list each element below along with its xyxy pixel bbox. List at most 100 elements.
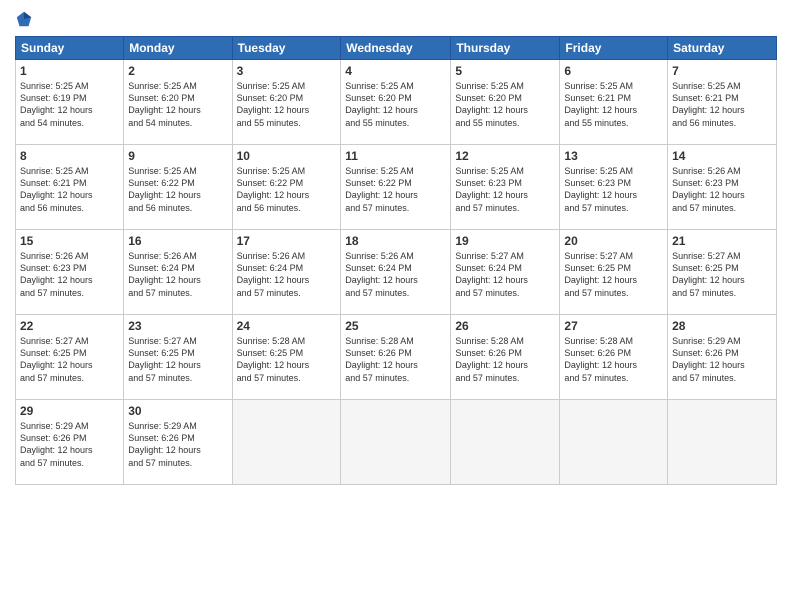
day-info: Sunrise: 5:27 AM Sunset: 6:25 PM Dayligh… — [20, 335, 119, 384]
day-number: 20 — [564, 233, 663, 249]
day-info: Sunrise: 5:28 AM Sunset: 6:26 PM Dayligh… — [345, 335, 446, 384]
day-info: Sunrise: 5:25 AM Sunset: 6:22 PM Dayligh… — [237, 165, 337, 214]
day-number: 21 — [672, 233, 772, 249]
day-info: Sunrise: 5:27 AM Sunset: 6:24 PM Dayligh… — [455, 250, 555, 299]
calendar-cell: 2Sunrise: 5:25 AM Sunset: 6:20 PM Daylig… — [124, 60, 232, 145]
calendar-cell: 30Sunrise: 5:29 AM Sunset: 6:26 PM Dayli… — [124, 400, 232, 485]
calendar-cell: 19Sunrise: 5:27 AM Sunset: 6:24 PM Dayli… — [451, 230, 560, 315]
calendar-cell: 10Sunrise: 5:25 AM Sunset: 6:22 PM Dayli… — [232, 145, 341, 230]
day-number: 25 — [345, 318, 446, 334]
day-number: 30 — [128, 403, 227, 419]
day-number: 15 — [20, 233, 119, 249]
day-number: 16 — [128, 233, 227, 249]
logo — [15, 10, 37, 28]
day-info: Sunrise: 5:25 AM Sunset: 6:21 PM Dayligh… — [20, 165, 119, 214]
calendar-cell: 27Sunrise: 5:28 AM Sunset: 6:26 PM Dayli… — [560, 315, 668, 400]
day-info: Sunrise: 5:25 AM Sunset: 6:19 PM Dayligh… — [20, 80, 119, 129]
calendar-cell: 26Sunrise: 5:28 AM Sunset: 6:26 PM Dayli… — [451, 315, 560, 400]
day-number: 19 — [455, 233, 555, 249]
day-number: 17 — [237, 233, 337, 249]
day-number: 3 — [237, 63, 337, 79]
day-info: Sunrise: 5:29 AM Sunset: 6:26 PM Dayligh… — [672, 335, 772, 384]
day-info: Sunrise: 5:29 AM Sunset: 6:26 PM Dayligh… — [20, 420, 119, 469]
calendar-cell: 17Sunrise: 5:26 AM Sunset: 6:24 PM Dayli… — [232, 230, 341, 315]
calendar-cell: 6Sunrise: 5:25 AM Sunset: 6:21 PM Daylig… — [560, 60, 668, 145]
day-info: Sunrise: 5:26 AM Sunset: 6:24 PM Dayligh… — [237, 250, 337, 299]
calendar-cell: 4Sunrise: 5:25 AM Sunset: 6:20 PM Daylig… — [341, 60, 451, 145]
day-info: Sunrise: 5:26 AM Sunset: 6:23 PM Dayligh… — [672, 165, 772, 214]
calendar-cell — [451, 400, 560, 485]
day-number: 8 — [20, 148, 119, 164]
calendar-week-row: 15Sunrise: 5:26 AM Sunset: 6:23 PM Dayli… — [16, 230, 777, 315]
day-number: 28 — [672, 318, 772, 334]
day-number: 23 — [128, 318, 227, 334]
calendar-cell: 23Sunrise: 5:27 AM Sunset: 6:25 PM Dayli… — [124, 315, 232, 400]
day-info: Sunrise: 5:25 AM Sunset: 6:20 PM Dayligh… — [345, 80, 446, 129]
calendar-cell: 25Sunrise: 5:28 AM Sunset: 6:26 PM Dayli… — [341, 315, 451, 400]
calendar-cell — [668, 400, 777, 485]
calendar-cell: 15Sunrise: 5:26 AM Sunset: 6:23 PM Dayli… — [16, 230, 124, 315]
day-number: 1 — [20, 63, 119, 79]
day-number: 2 — [128, 63, 227, 79]
day-number: 7 — [672, 63, 772, 79]
calendar-cell: 5Sunrise: 5:25 AM Sunset: 6:20 PM Daylig… — [451, 60, 560, 145]
calendar-cell: 7Sunrise: 5:25 AM Sunset: 6:21 PM Daylig… — [668, 60, 777, 145]
calendar-header-thursday: Thursday — [451, 37, 560, 60]
day-info: Sunrise: 5:25 AM Sunset: 6:20 PM Dayligh… — [237, 80, 337, 129]
day-number: 22 — [20, 318, 119, 334]
day-number: 11 — [345, 148, 446, 164]
day-number: 9 — [128, 148, 227, 164]
calendar-cell: 22Sunrise: 5:27 AM Sunset: 6:25 PM Dayli… — [16, 315, 124, 400]
day-info: Sunrise: 5:27 AM Sunset: 6:25 PM Dayligh… — [564, 250, 663, 299]
day-info: Sunrise: 5:25 AM Sunset: 6:21 PM Dayligh… — [672, 80, 772, 129]
day-number: 29 — [20, 403, 119, 419]
day-number: 4 — [345, 63, 446, 79]
calendar-cell: 21Sunrise: 5:27 AM Sunset: 6:25 PM Dayli… — [668, 230, 777, 315]
calendar-cell — [560, 400, 668, 485]
calendar-week-row: 1Sunrise: 5:25 AM Sunset: 6:19 PM Daylig… — [16, 60, 777, 145]
calendar-cell: 13Sunrise: 5:25 AM Sunset: 6:23 PM Dayli… — [560, 145, 668, 230]
calendar-cell: 1Sunrise: 5:25 AM Sunset: 6:19 PM Daylig… — [16, 60, 124, 145]
calendar-header-wednesday: Wednesday — [341, 37, 451, 60]
calendar-cell — [341, 400, 451, 485]
calendar-header-row: SundayMondayTuesdayWednesdayThursdayFrid… — [16, 37, 777, 60]
calendar-cell: 16Sunrise: 5:26 AM Sunset: 6:24 PM Dayli… — [124, 230, 232, 315]
calendar-cell: 8Sunrise: 5:25 AM Sunset: 6:21 PM Daylig… — [16, 145, 124, 230]
day-number: 5 — [455, 63, 555, 79]
day-info: Sunrise: 5:29 AM Sunset: 6:26 PM Dayligh… — [128, 420, 227, 469]
day-info: Sunrise: 5:25 AM Sunset: 6:22 PM Dayligh… — [345, 165, 446, 214]
calendar-cell: 9Sunrise: 5:25 AM Sunset: 6:22 PM Daylig… — [124, 145, 232, 230]
calendar-cell: 11Sunrise: 5:25 AM Sunset: 6:22 PM Dayli… — [341, 145, 451, 230]
calendar-header-saturday: Saturday — [668, 37, 777, 60]
calendar: SundayMondayTuesdayWednesdayThursdayFrid… — [15, 36, 777, 485]
calendar-header-sunday: Sunday — [16, 37, 124, 60]
logo-icon — [15, 10, 33, 28]
calendar-week-row: 29Sunrise: 5:29 AM Sunset: 6:26 PM Dayli… — [16, 400, 777, 485]
page: SundayMondayTuesdayWednesdayThursdayFrid… — [0, 0, 792, 612]
day-number: 26 — [455, 318, 555, 334]
day-info: Sunrise: 5:28 AM Sunset: 6:26 PM Dayligh… — [564, 335, 663, 384]
day-number: 27 — [564, 318, 663, 334]
header — [15, 10, 777, 28]
calendar-cell: 18Sunrise: 5:26 AM Sunset: 6:24 PM Dayli… — [341, 230, 451, 315]
calendar-cell: 28Sunrise: 5:29 AM Sunset: 6:26 PM Dayli… — [668, 315, 777, 400]
day-info: Sunrise: 5:26 AM Sunset: 6:24 PM Dayligh… — [128, 250, 227, 299]
day-info: Sunrise: 5:26 AM Sunset: 6:24 PM Dayligh… — [345, 250, 446, 299]
day-info: Sunrise: 5:28 AM Sunset: 6:26 PM Dayligh… — [455, 335, 555, 384]
day-number: 6 — [564, 63, 663, 79]
day-info: Sunrise: 5:25 AM Sunset: 6:21 PM Dayligh… — [564, 80, 663, 129]
day-number: 24 — [237, 318, 337, 334]
calendar-week-row: 8Sunrise: 5:25 AM Sunset: 6:21 PM Daylig… — [16, 145, 777, 230]
calendar-header-monday: Monday — [124, 37, 232, 60]
day-number: 18 — [345, 233, 446, 249]
day-number: 12 — [455, 148, 555, 164]
calendar-cell: 29Sunrise: 5:29 AM Sunset: 6:26 PM Dayli… — [16, 400, 124, 485]
day-info: Sunrise: 5:25 AM Sunset: 6:20 PM Dayligh… — [128, 80, 227, 129]
day-info: Sunrise: 5:25 AM Sunset: 6:23 PM Dayligh… — [455, 165, 555, 214]
day-info: Sunrise: 5:25 AM Sunset: 6:23 PM Dayligh… — [564, 165, 663, 214]
day-info: Sunrise: 5:25 AM Sunset: 6:20 PM Dayligh… — [455, 80, 555, 129]
calendar-cell: 14Sunrise: 5:26 AM Sunset: 6:23 PM Dayli… — [668, 145, 777, 230]
day-info: Sunrise: 5:27 AM Sunset: 6:25 PM Dayligh… — [672, 250, 772, 299]
calendar-header-friday: Friday — [560, 37, 668, 60]
day-number: 10 — [237, 148, 337, 164]
